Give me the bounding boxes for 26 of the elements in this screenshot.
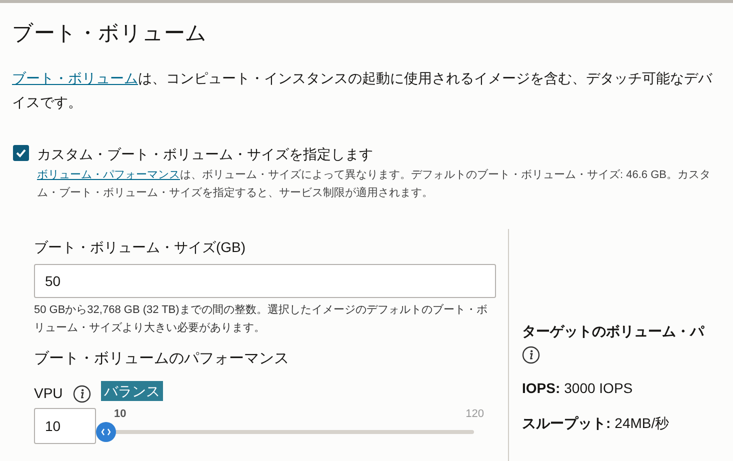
check-icon [15,147,27,159]
size-field-label: ブート・ボリューム・サイズ(GB) [34,238,247,257]
slider-thumb[interactable] [96,422,116,442]
volume-performance-link[interactable]: ボリューム・パフォーマンス [37,169,180,181]
size-hint-text: 50 GBから32,768 GB (32 TB)までの間の整数。選択したイメージのデフォルトのブート・ボリューム・サイズより大きい必要があります。 [34,302,488,336]
arrows-icon [101,428,111,436]
stat-value: 3000 IOPS [564,379,633,398]
target-heading: ターゲットのボリューム・パ [522,322,704,341]
slider-tooltip: バランス [101,381,163,401]
section-title: ブート・ボリューム [12,21,208,47]
info-icon[interactable] [522,346,540,364]
custom-size-label: カスタム・ブート・ボリューム・サイズを指定します [37,145,374,164]
info-icon[interactable] [72,384,91,402]
size-input-field[interactable]: 50 [34,264,496,298]
stat-label: IOPS: [522,379,560,398]
custom-size-checkbox[interactable] [13,145,29,161]
slider-max-label: 120 [466,407,484,422]
vpu-label: VPU [34,384,63,403]
vpu-input-field[interactable]: 10 [34,408,96,444]
performance-heading: ブート・ボリュームのパフォーマンス [34,349,290,369]
stat-label: スループット: [522,414,611,433]
performance-help-text: ボリューム・パフォーマンスは、ボリューム・サイズによって異なります。デフォルトのブート・ボリューム・サイズ: 46.6 GB。カスタム・ブート・ボリューム・サイズを指定すると、サービス制限が適用されます。 [37,168,712,201]
boot-volume-link[interactable]: ブート・ボリューム [12,70,138,86]
stat-value: 24MB/秒 [614,414,670,433]
description-text: ブート・ボリュームは、コンピュート・インスタンスの起動に使用されるイメージを含む、デタッチ可能なデバイスです。 [12,69,714,112]
slider-min-label: 10 [114,407,126,422]
